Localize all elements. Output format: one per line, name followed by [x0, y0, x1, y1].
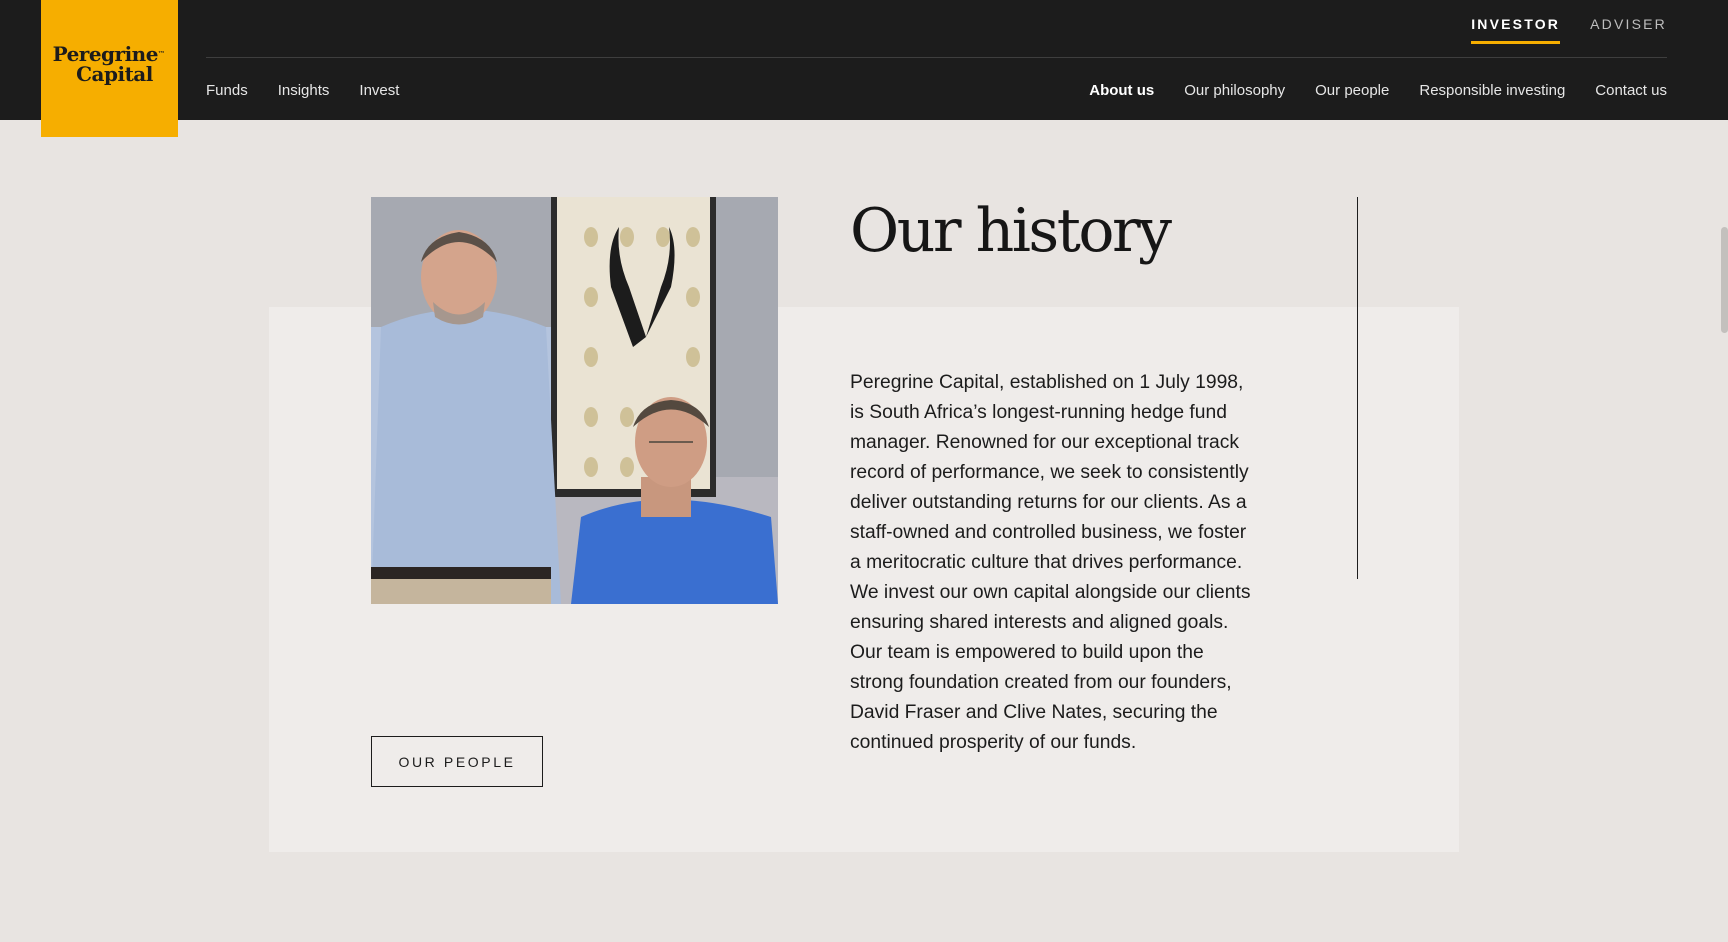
logo-trademark: ™: [157, 48, 165, 58]
audience-tabs: INVESTOR ADVISER: [1471, 16, 1667, 44]
nav-about-us[interactable]: About us: [1089, 82, 1154, 99]
tab-adviser[interactable]: ADVISER: [1590, 16, 1667, 44]
nav-invest[interactable]: Invest: [359, 82, 399, 99]
nav-insights[interactable]: Insights: [278, 82, 330, 99]
nav-responsible-investing[interactable]: Responsible investing: [1419, 82, 1565, 99]
founders-photo: [371, 197, 778, 604]
logo-line2: Capital: [76, 61, 153, 86]
nav-funds[interactable]: Funds: [206, 82, 248, 99]
founders-photo-illustration: [371, 197, 778, 604]
page-scrollbar-thumb[interactable]: [1721, 227, 1728, 333]
nav-our-people[interactable]: Our people: [1315, 82, 1389, 99]
brand-logo[interactable]: Peregrine™ Capital: [41, 0, 178, 137]
tab-investor[interactable]: INVESTOR: [1471, 16, 1561, 44]
title-vertical-rule: [1357, 197, 1358, 579]
primary-nav: Funds Insights Invest: [206, 82, 399, 99]
nav-our-philosophy[interactable]: Our philosophy: [1184, 82, 1285, 99]
history-paragraph: Peregrine Capital, established on 1 July…: [850, 372, 1251, 753]
our-people-button[interactable]: OUR PEOPLE: [371, 736, 543, 787]
site-header: INVESTOR ADVISER Funds Insights Invest A…: [0, 0, 1728, 120]
header-divider: [206, 57, 1667, 58]
secondary-nav: About us Our philosophy Our people Respo…: [1089, 82, 1667, 99]
nav-contact-us[interactable]: Contact us: [1595, 82, 1667, 99]
section-title: Our history: [850, 196, 1172, 266]
